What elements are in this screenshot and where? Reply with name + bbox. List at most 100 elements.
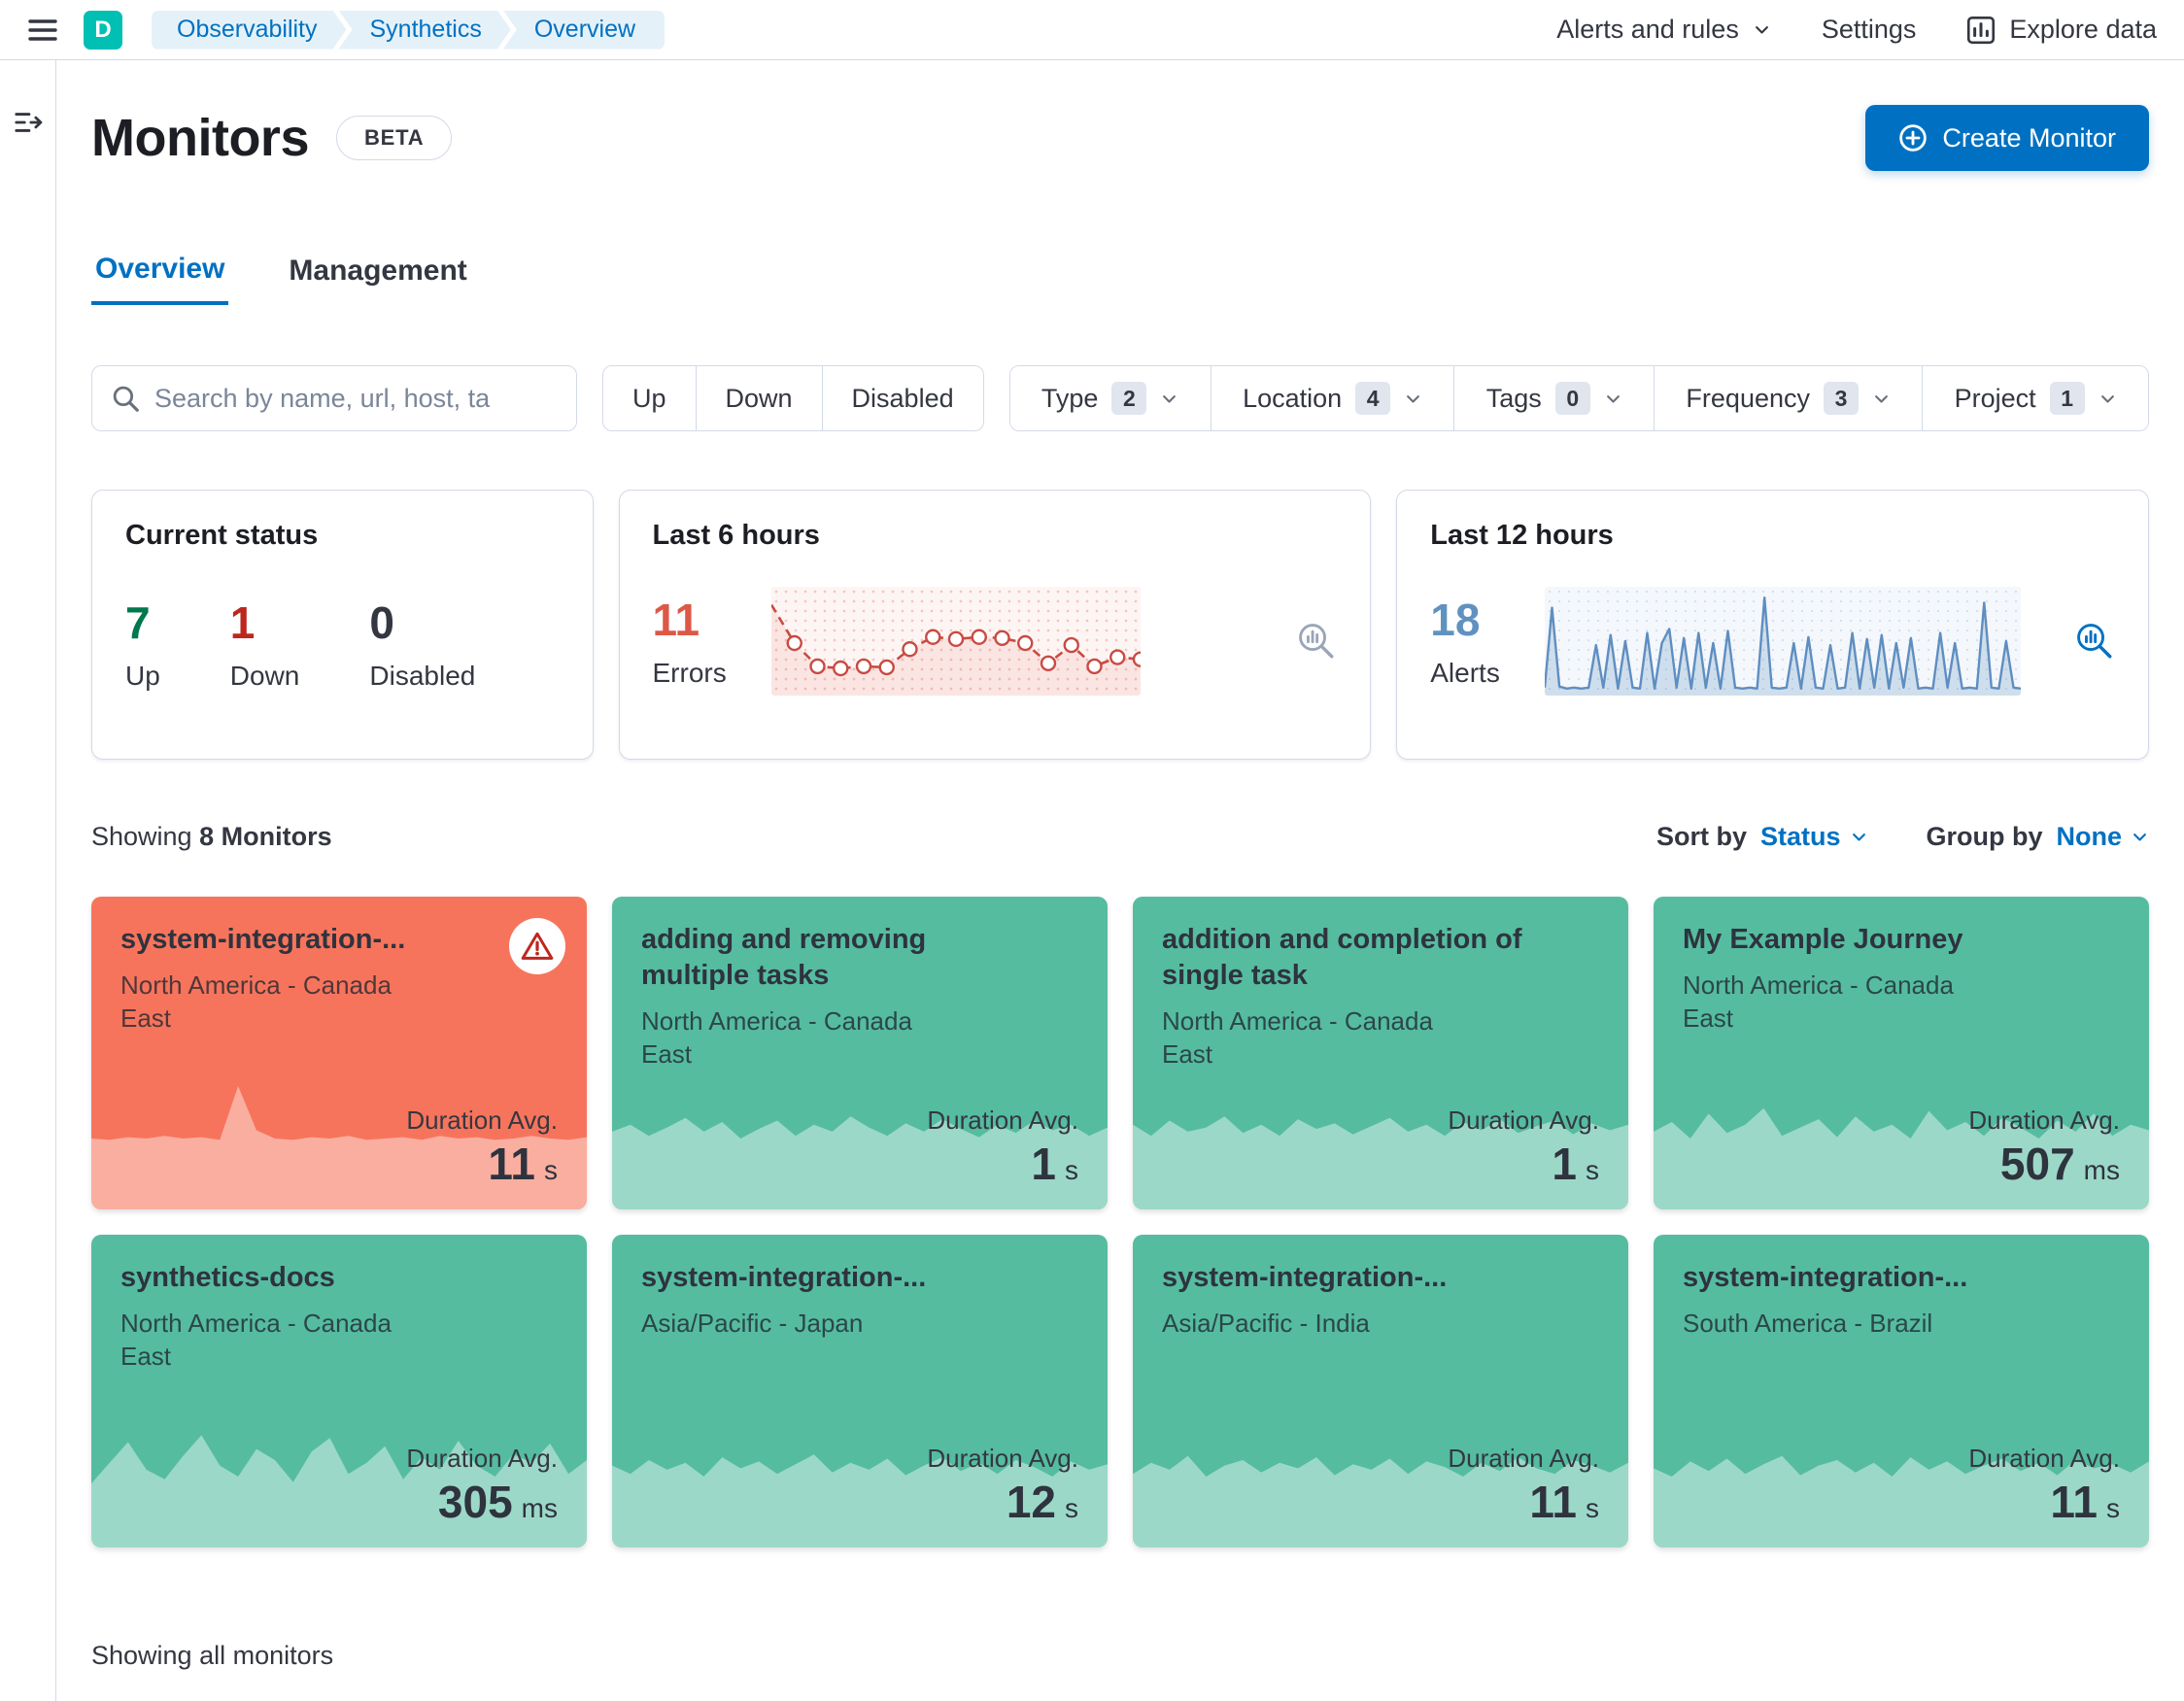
alerts-stat: 18 Alerts [1430,594,1500,689]
monitor-duration: Duration Avg. 11 s [406,1106,558,1190]
filter-down-button[interactable]: Down [695,366,822,430]
showing-all-monitors-text: Showing all monitors [91,1641,334,1670]
expand-sidebar-button[interactable] [9,103,48,142]
errors-label: Errors [652,658,727,688]
monitor-name: adding and removing multiple tasks [641,924,927,992]
sort-by-value: Status [1759,822,1841,851]
monitor-name: system-integration-... [1162,1262,1448,1293]
inspect-alerts-button[interactable] [2074,621,2115,662]
sort-by-dropdown[interactable]: Sort by Status [1656,822,1868,852]
beta-badge: BETA [335,116,453,160]
chevron-down-icon [1755,26,1768,34]
filter-type-dropdown[interactable]: Type 2 [1009,366,1211,430]
hamburger-menu-button[interactable] [27,15,58,46]
monitor-duration: Duration Avg. 11 s [1968,1444,2120,1528]
duration-unit: s [544,1155,558,1185]
disabled-stat: 0 Disabled [369,596,475,692]
filter-frequency-dropdown[interactable]: Frequency 3 [1654,366,1923,430]
monitor-duration: Duration Avg. 1s [927,1106,1078,1190]
plus-in-circle-icon [1899,124,1928,152]
tab-management[interactable]: Management [285,253,470,305]
duration-label: Duration Avg. [406,1444,558,1473]
monitor-location: North America - Canada East [120,970,392,1033]
inspect-errors-button[interactable] [1296,621,1337,662]
alerts-label: Alerts [1430,658,1500,688]
errors-trend-chart [770,587,1141,696]
monitor-card[interactable]: system-integration-... South America - B… [1654,1235,2149,1548]
breadcrumb-overview: Overview [502,10,665,50]
current-status-panel: Current status 7 Up 1 Down 0 Disabled [91,490,594,760]
duration-unit: s [1065,1155,1078,1185]
top-navigation-bar: D Observability Synthetics Overview Aler… [0,0,2184,60]
monitor-location: Asia/Pacific - India [1162,1309,1370,1339]
filter-tags-dropdown[interactable]: Tags 0 [1453,366,1655,430]
monitor-location: South America - Brazil [1683,1309,1933,1339]
breadcrumb-synthetics[interactable]: Synthetics [339,11,511,50]
filter-frequency-label: Frequency [1686,383,1810,413]
monitor-card[interactable]: addition and completion of single task N… [1133,897,1628,1209]
space-avatar[interactable]: D [84,10,122,50]
group-by-value: None [2056,822,2123,851]
down-warning-badge [509,918,565,974]
alerts-and-rules-menu[interactable]: Alerts and rules [1556,15,1771,45]
breadcrumb-observability[interactable]: Observability [152,11,347,50]
filter-location-count: 4 [1355,382,1391,415]
duration-unit: ms [2083,1155,2120,1185]
duration-value: 11 [1529,1477,1577,1527]
monitor-card[interactable]: synthetics-docs North America - Canada E… [91,1235,587,1548]
monitor-location: North America - Canada East [641,1006,912,1070]
filter-tags-count: 0 [1554,382,1590,415]
chevron-down-icon [2100,394,2114,403]
duration-value: 1 [1031,1139,1056,1189]
filter-up-button[interactable]: Up [603,366,696,430]
search-input[interactable] [154,383,557,414]
chevron-down-icon [2133,833,2146,841]
monitor-card[interactable]: system-integration-... North America - C… [91,897,587,1209]
filter-project-dropdown[interactable]: Project 1 [1922,366,2148,430]
filter-type-count: 2 [1111,382,1147,415]
showing-count: 8 Monitors [199,822,332,851]
filter-location-label: Location [1243,383,1343,413]
down-count: 1 [229,597,256,648]
duration-label: Duration Avg. [927,1444,1078,1473]
group-by-dropdown[interactable]: Group by None [1927,822,2150,852]
monitor-name: system-integration-... [1683,1262,1968,1293]
monitors-page: Monitors BETA Create Monitor Overview Ma… [56,60,2184,1701]
up-stat: 7 Up [125,596,160,692]
monitor-card[interactable]: system-integration-... Asia/Pacific - Ja… [612,1235,1108,1548]
breadcrumb: Observability Synthetics Overview [152,10,665,50]
duration-label: Duration Avg. [1968,1444,2120,1473]
chevron-down-icon [1852,833,1865,841]
hamburger-icon [28,18,57,41]
collapsed-sidebar [0,60,56,1701]
settings-link[interactable]: Settings [1822,15,1917,45]
alerts-and-rules-label: Alerts and rules [1556,15,1739,44]
explore-data-link[interactable]: Explore data [1966,15,2157,45]
page-title: Monitors [91,109,309,167]
duration-value: 11 [2050,1477,2098,1527]
monitor-duration: Duration Avg. 1s [1448,1106,1599,1190]
create-monitor-button[interactable]: Create Monitor [1865,105,2149,171]
showing-monitors-text: Showing 8 Monitors [91,822,332,852]
monitor-search [91,365,577,431]
errors-stat: 11 Errors [653,594,727,689]
monitor-card[interactable]: My Example Journey North America - Canad… [1654,897,2149,1209]
filter-disabled-button[interactable]: Disabled [821,366,983,430]
monitor-name: system-integration-... [641,1262,927,1293]
monitor-card[interactable]: adding and removing multiple tasks North… [612,897,1108,1209]
filter-location-dropdown[interactable]: Location 4 [1210,366,1454,430]
explore-data-label: Explore data [2009,15,2157,44]
monitor-card[interactable]: system-integration-... Asia/Pacific - In… [1133,1235,1628,1548]
up-label: Up [125,661,160,691]
expand-sidebar-icon [14,113,42,132]
filter-type-label: Type [1041,383,1099,413]
sort-by-label: Sort by [1655,822,1747,851]
duration-value: 1 [1552,1139,1577,1189]
disabled-label: Disabled [369,661,476,691]
last-6-hours-panel: Last 6 hours 11 Errors [618,490,1372,760]
tab-overview[interactable]: Overview [91,253,229,305]
monitor-name: system-integration-... [120,924,406,955]
monitor-location: North America - Canada East [120,1309,392,1371]
filter-frequency-count: 3 [1824,382,1859,415]
inspect-magnifier-icon [1299,624,1334,659]
